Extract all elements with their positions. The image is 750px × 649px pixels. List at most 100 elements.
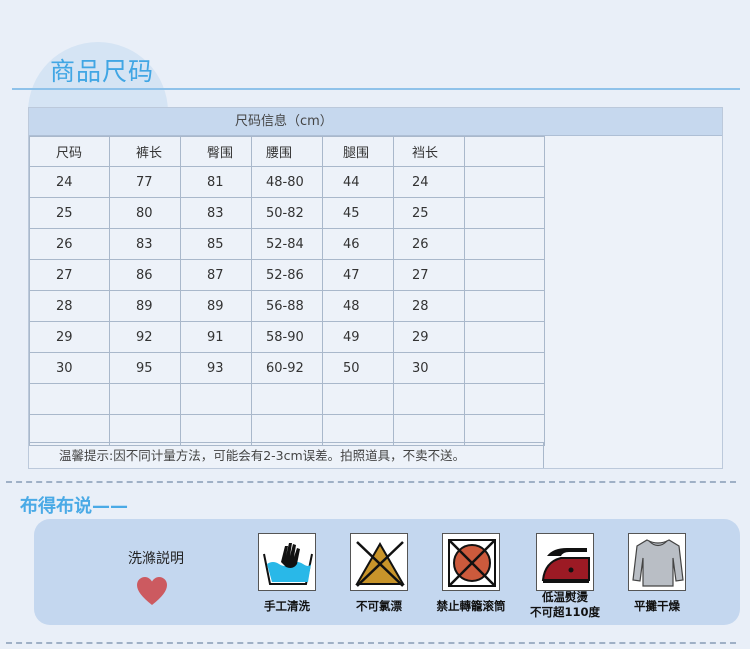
table-cell: 77	[109, 166, 181, 198]
heart-icon	[137, 577, 167, 605]
table-cell: 49	[322, 321, 394, 353]
table-cell: 30	[393, 352, 465, 384]
table-cell: 92	[109, 321, 181, 353]
table-cell: 83	[180, 197, 252, 229]
table-header-cell: 腿围	[322, 136, 394, 167]
table-cell: 25	[393, 197, 465, 229]
table-row: 28 89 89 56-88 48 28	[29, 290, 545, 322]
table-cell	[180, 414, 252, 446]
iron-low-icon	[536, 533, 594, 591]
table-cell	[464, 259, 545, 291]
table-cell	[393, 383, 465, 415]
table-cell: 27	[29, 259, 110, 291]
table-cell	[322, 383, 394, 415]
table-cell: 46	[322, 228, 394, 260]
table-cell	[464, 383, 545, 415]
table-cell: 24	[393, 166, 465, 198]
table-cell: 93	[180, 352, 252, 384]
table-row	[29, 414, 545, 446]
table-cell: 26	[29, 228, 110, 260]
table-header-cell: 腰围	[251, 136, 323, 167]
table-cell: 28	[393, 290, 465, 322]
table-cell	[109, 383, 181, 415]
table-header-cell	[464, 136, 545, 167]
dashed-divider	[6, 481, 736, 483]
table-cell: 80	[109, 197, 181, 229]
table-row: 26 83 85 52-84 46 26	[29, 228, 545, 260]
care-caption-1: 不可氯漂	[356, 599, 402, 613]
table-cell: 89	[180, 290, 252, 322]
table-cell	[464, 197, 545, 229]
table-header-cell: 裤长	[109, 136, 181, 167]
care-section-title: 布得布说——	[20, 496, 128, 517]
header-divider	[12, 88, 740, 90]
table-cell: 60-92	[251, 352, 323, 384]
table-cell: 52-86	[251, 259, 323, 291]
table-cell: 28	[29, 290, 110, 322]
size-table: 尺码 裤长 臀围 腰围 腿围 裆长 24 77 81 48-80 44 24 25 80 83 50-82 45…	[29, 136, 545, 446]
bottom-dashed-divider	[6, 642, 736, 644]
care-caption-2: 禁止轉籠滚筒	[436, 599, 506, 613]
no-bleach-icon	[350, 533, 408, 591]
table-cell	[251, 414, 323, 446]
hand-wash-icon	[258, 533, 316, 591]
table-header-cell: 裆长	[393, 136, 465, 167]
table-caption: 尺码信息（cm）	[29, 108, 722, 136]
table-cell: 29	[29, 321, 110, 353]
table-header-cell: 臀围	[180, 136, 252, 167]
size-table-panel: 尺码信息（cm） 尺码 裤长 臀围 腰围 腿围 裆长 24 77 81 48-80 44 24 25 80…	[28, 107, 723, 469]
table-cell: 48	[322, 290, 394, 322]
table-cell: 83	[109, 228, 181, 260]
care-label: 洗滌説明	[128, 551, 184, 567]
dry-flat-icon	[628, 533, 686, 591]
table-header-row: 尺码 裤长 臀围 腰围 腿围 裆长	[29, 136, 545, 167]
table-cell	[464, 228, 545, 260]
table-cell: 30	[29, 352, 110, 384]
table-row: 27 86 87 52-86 47 27	[29, 259, 545, 291]
table-header-cell: 尺码	[29, 136, 110, 167]
table-cell: 91	[180, 321, 252, 353]
size-tip: 温馨提示:因不同计量方法，可能会有2-3cm误差。拍照道具，不卖不送。	[29, 442, 544, 468]
table-cell	[180, 383, 252, 415]
table-cell	[464, 166, 545, 198]
table-cell: 24	[29, 166, 110, 198]
table-cell	[251, 383, 323, 415]
table-cell: 81	[180, 166, 252, 198]
table-row: 24 77 81 48-80 44 24	[29, 166, 545, 198]
no-tumble-dry-icon	[442, 533, 500, 591]
table-cell	[109, 414, 181, 446]
table-cell	[393, 414, 465, 446]
table-row: 25 80 83 50-82 45 25	[29, 197, 545, 229]
table-cell	[464, 290, 545, 322]
table-cell: 27	[393, 259, 465, 291]
table-row	[29, 383, 545, 415]
table-cell	[464, 352, 545, 384]
table-cell: 44	[322, 166, 394, 198]
table-cell: 58-90	[251, 321, 323, 353]
table-cell: 50-82	[251, 197, 323, 229]
table-cell: 26	[393, 228, 465, 260]
table-cell	[464, 414, 545, 446]
table-cell: 87	[180, 259, 252, 291]
care-caption-3: 低温熨燙 不可超110度	[529, 590, 600, 619]
table-row: 30 95 93 60-92 50 30	[29, 352, 545, 384]
table-cell: 85	[180, 228, 252, 260]
table-cell	[29, 414, 110, 446]
table-cell: 48-80	[251, 166, 323, 198]
table-cell: 29	[393, 321, 465, 353]
table-cell	[29, 383, 110, 415]
care-caption-4: 平攤干燥	[634, 599, 680, 613]
section-title: 商品尺码	[50, 57, 155, 86]
table-row: 29 92 91 58-90 49 29	[29, 321, 545, 353]
table-cell: 86	[109, 259, 181, 291]
table-cell	[322, 414, 394, 446]
table-cell: 56-88	[251, 290, 323, 322]
table-cell: 25	[29, 197, 110, 229]
care-caption-0: 手工清洗	[264, 599, 310, 613]
table-cell: 89	[109, 290, 181, 322]
size-section-header: 商品尺码	[0, 0, 750, 132]
table-cell: 52-84	[251, 228, 323, 260]
table-cell: 50	[322, 352, 394, 384]
table-cell: 95	[109, 352, 181, 384]
table-cell: 45	[322, 197, 394, 229]
